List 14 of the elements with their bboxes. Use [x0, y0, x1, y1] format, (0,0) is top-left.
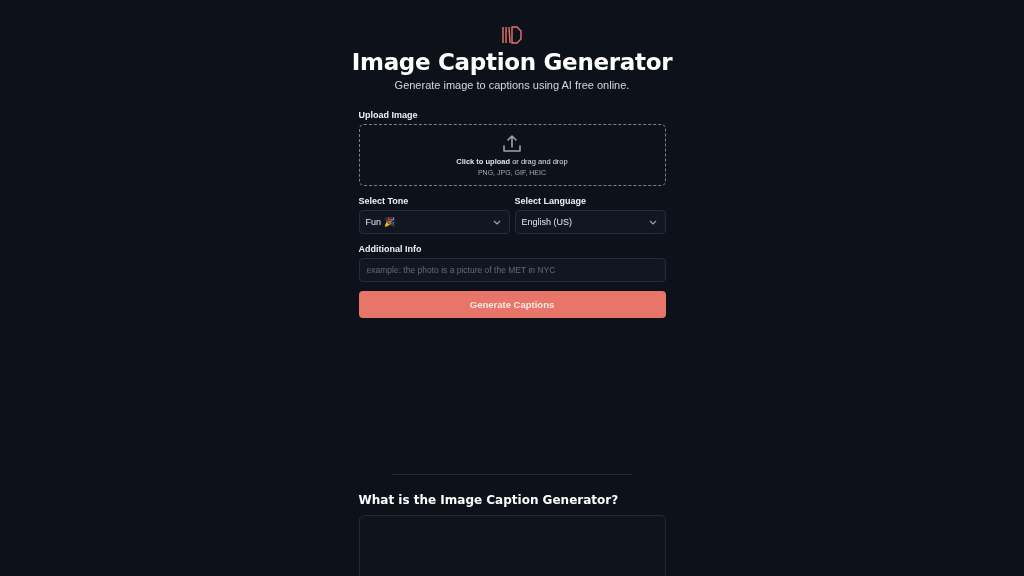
input-field[interactable]: example: the photo is a picture of the MET in NYC — [358, 258, 666, 282]
field-label: Select Language — [514, 196, 588, 206]
dropdown[interactable]: Fun 🎉 — [358, 210, 510, 234]
field-label: Upload Image — [358, 110, 419, 120]
chevron-icon — [492, 219, 501, 225]
dropdown[interactable]: English (US) — [514, 210, 666, 234]
field-label: Additional Info — [358, 244, 423, 254]
chevron-icon — [648, 219, 657, 225]
upload-icon — [502, 134, 522, 154]
subtitle: Generate image to captions using AI free online. — [394, 79, 630, 91]
page-title: Image Caption Generator — [351, 49, 673, 75]
section-heading: What is the Image Caption Generator? — [358, 493, 620, 507]
field-label: Select Tone — [358, 196, 410, 206]
logo-icon — [501, 25, 523, 45]
